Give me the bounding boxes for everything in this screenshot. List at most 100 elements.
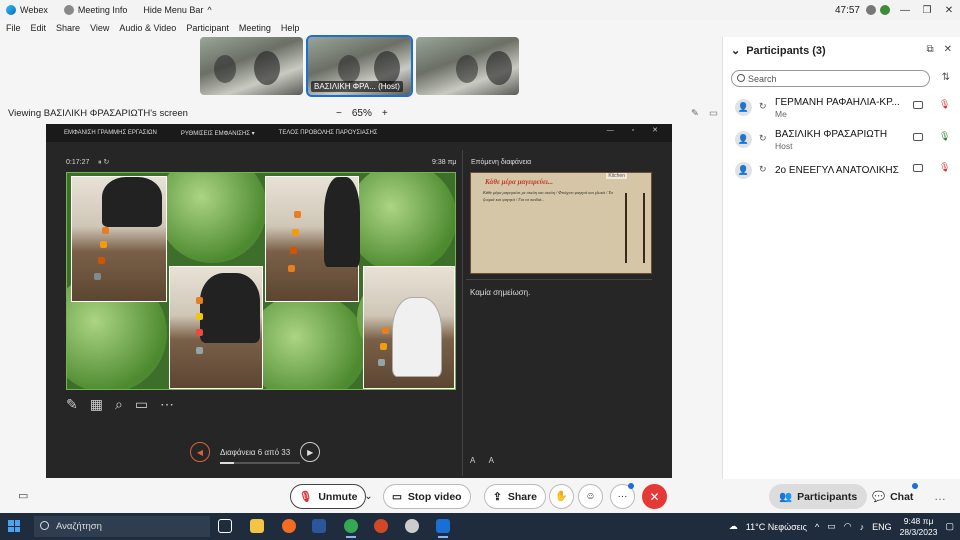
participants-header[interactable]: ⌄ Participants (3): [731, 44, 826, 58]
participants-tab-button[interactable]: 👥 Participants: [769, 484, 868, 509]
firefox-icon[interactable]: [282, 519, 296, 533]
viewing-label: Viewing ΒΑΣΙΛΙΚΗ ΦΡΑΣΑΡΙΩΤΗ's screen: [8, 107, 188, 119]
screen-icon[interactable]: ▭: [135, 396, 148, 413]
meeting-controls: ▭ 🎙 Unmute ⌄ ▭ Stop video ⇪ Share ✋ ☺ ··…: [0, 479, 960, 513]
captions-icon[interactable]: ▭: [18, 489, 28, 502]
meeting-info-button[interactable]: Meeting Info: [63, 5, 127, 15]
menu-help[interactable]: Help: [281, 23, 300, 33]
app-name: Webex: [20, 5, 48, 15]
audio-options-chevron-icon[interactable]: ⌄: [356, 484, 381, 509]
participant-name: ΓΕΡΜΑΝΗ ΡΑΦΑΗΛΙΑ-ΚΡ...: [775, 97, 899, 108]
zoom-out-button[interactable]: −: [336, 108, 342, 119]
slide-photo: [265, 176, 360, 302]
chrome-icon[interactable]: [344, 519, 358, 538]
grid-view-icon[interactable]: ▦: [90, 396, 103, 413]
display-settings-button: ΡΥΘΜΙΣΕΙΣ ΕΜΦΑΝΙΣΗΣ ▾: [180, 130, 255, 137]
notifications-icon[interactable]: ▢: [945, 521, 954, 532]
chevron-down-icon: ⌄: [731, 45, 741, 57]
video-thumbnail[interactable]: [416, 37, 519, 95]
participants-search-input[interactable]: Search: [731, 70, 930, 87]
previous-slide-button[interactable]: ◀: [190, 442, 210, 462]
network-icon[interactable]: ▭: [827, 521, 836, 532]
zoom-level[interactable]: 65%: [352, 108, 372, 119]
volume-icon[interactable]: ♪: [860, 522, 865, 532]
end-call-button[interactable]: ✕: [642, 484, 667, 509]
language-indicator[interactable]: ENG: [872, 522, 892, 532]
pop-out-icon[interactable]: ▭: [709, 108, 718, 119]
pen-icon[interactable]: ✎: [66, 396, 78, 413]
tray-chevron-up-icon[interactable]: ^: [815, 522, 819, 532]
stop-video-label: Stop video: [407, 490, 462, 503]
camera-icon[interactable]: [913, 101, 923, 109]
video-thumbnails: ΒΑΣΙΛΙΚΗ ΦΡΑ... (Host): [200, 35, 519, 97]
webex-logo-icon: [6, 5, 16, 15]
chevron-up-icon: ^: [207, 5, 212, 15]
unmute-button[interactable]: 🎙 Unmute: [290, 484, 367, 509]
video-thumbnail-host[interactable]: ΒΑΣΙΛΙΚΗ ΦΡΑ... (Host): [306, 35, 413, 97]
system-tray: ☁ 11°C Νεφώσεις ^ ▭ ◠ ♪ ENG 9:48 πμ 28/3…: [729, 513, 954, 540]
menu-meeting[interactable]: Meeting: [239, 23, 271, 33]
menu-file[interactable]: File: [6, 23, 21, 33]
word-icon[interactable]: [312, 519, 326, 533]
menu-participant[interactable]: Participant: [186, 23, 229, 33]
menu-audio-video[interactable]: Audio & Video: [119, 23, 176, 33]
slide-progress-fill: [220, 462, 235, 464]
video-icon: ▭: [392, 490, 402, 503]
windows-start-icon[interactable]: [8, 520, 20, 532]
more-panels-icon[interactable]: …: [934, 489, 946, 503]
app-logo: Webex: [6, 5, 48, 15]
minimize-button[interactable]: —: [894, 5, 916, 16]
next-slide-poem: Κάθε μέρα μαγειρεύει με σκεύη και σκεύη …: [483, 190, 613, 203]
wifi-icon[interactable]: ◠: [844, 521, 852, 532]
share-icon: ⇪: [493, 490, 502, 503]
presenter-timer: 0:17:27: [66, 159, 90, 166]
stop-video-button[interactable]: ▭ Stop video: [383, 484, 471, 509]
mic-muted-icon[interactable]: 🎙: [939, 162, 950, 173]
raise-hand-button[interactable]: ✋: [549, 484, 574, 509]
powerpoint-icon[interactable]: [374, 519, 388, 533]
zoom-icon[interactable]: ⌕: [115, 396, 123, 413]
participant-name: ΒΑΣΙΛΙΚΗ ΦΡΑΣΑΡΙΩΤΗ: [775, 129, 888, 140]
font-size-controls[interactable]: A A: [470, 456, 500, 465]
participant-row[interactable]: 👤 ↻ 2ο ΕΝΕΕΓΥΛ ΑΝΑΤΟΛΙΚΗΣ... 🎙: [723, 158, 960, 186]
participant-row[interactable]: 👤 ↻ ΒΑΣΙΛΙΚΗ ΦΡΑΣΑΡΙΩΤΗ Host 🎙: [723, 127, 960, 155]
shared-screen[interactable]: ΕΜΦΑΝΙΣΗ ΓΡΑΜΜΗΣ ΕΡΓΑΣΙΩΝ ΡΥΘΜΙΣΕΙΣ ΕΜΦΑ…: [46, 124, 672, 478]
zoom-in-button[interactable]: +: [382, 108, 388, 119]
zoom-control: − 65% +: [336, 108, 388, 119]
task-view-icon[interactable]: [218, 519, 232, 533]
weather-label[interactable]: 11°C Νεφώσεις: [746, 522, 807, 532]
menu-view[interactable]: View: [90, 23, 109, 33]
next-slide-button[interactable]: ▶: [300, 442, 321, 462]
close-panel-icon[interactable]: ✕: [944, 44, 952, 55]
menu-share[interactable]: Share: [56, 23, 80, 33]
notification-dot: [628, 483, 634, 489]
hide-menu-bar-button[interactable]: Hide Menu Bar ^: [143, 5, 211, 15]
menu-edit[interactable]: Edit: [31, 23, 47, 33]
file-explorer-icon[interactable]: [250, 519, 264, 533]
clock[interactable]: 9:48 πμ 28/3/2023: [900, 516, 938, 538]
connection-icon[interactable]: [866, 5, 876, 15]
video-thumbnail[interactable]: [200, 37, 303, 95]
mic-active-icon[interactable]: 🎙: [939, 131, 950, 142]
camera-icon[interactable]: [913, 133, 923, 141]
mic-muted-icon[interactable]: 🎙: [939, 99, 950, 110]
search-icon: [737, 74, 745, 82]
maximize-button[interactable]: ❐: [916, 5, 938, 16]
webex-taskbar-icon[interactable]: [436, 519, 450, 538]
taskbar-search-input[interactable]: Αναζήτηση: [34, 516, 210, 537]
participants-icon: 👥: [779, 491, 793, 503]
close-button[interactable]: ✕: [938, 5, 960, 16]
reactions-button[interactable]: ☺: [578, 484, 603, 509]
participant-row[interactable]: 👤 ↻ ΓΕΡΜΑΝΗ ΡΑΦΑΗΛΙΑ-ΚΡ... Me 🎙: [723, 95, 960, 123]
annotate-icon[interactable]: ✎: [691, 108, 699, 119]
sort-icon[interactable]: ⇅: [942, 72, 950, 83]
slide-progress: [220, 462, 300, 464]
more-options-icon[interactable]: ⋯: [160, 396, 174, 413]
user-avatar-icon[interactable]: [880, 5, 890, 15]
share-button[interactable]: ⇪ Share: [484, 484, 546, 509]
camera-icon[interactable]: [913, 164, 923, 172]
slide-photo: [363, 266, 455, 389]
settings-icon[interactable]: [405, 519, 419, 533]
pop-out-icon[interactable]: ⧉: [926, 44, 933, 55]
clock-date: 28/3/2023: [899, 526, 938, 537]
